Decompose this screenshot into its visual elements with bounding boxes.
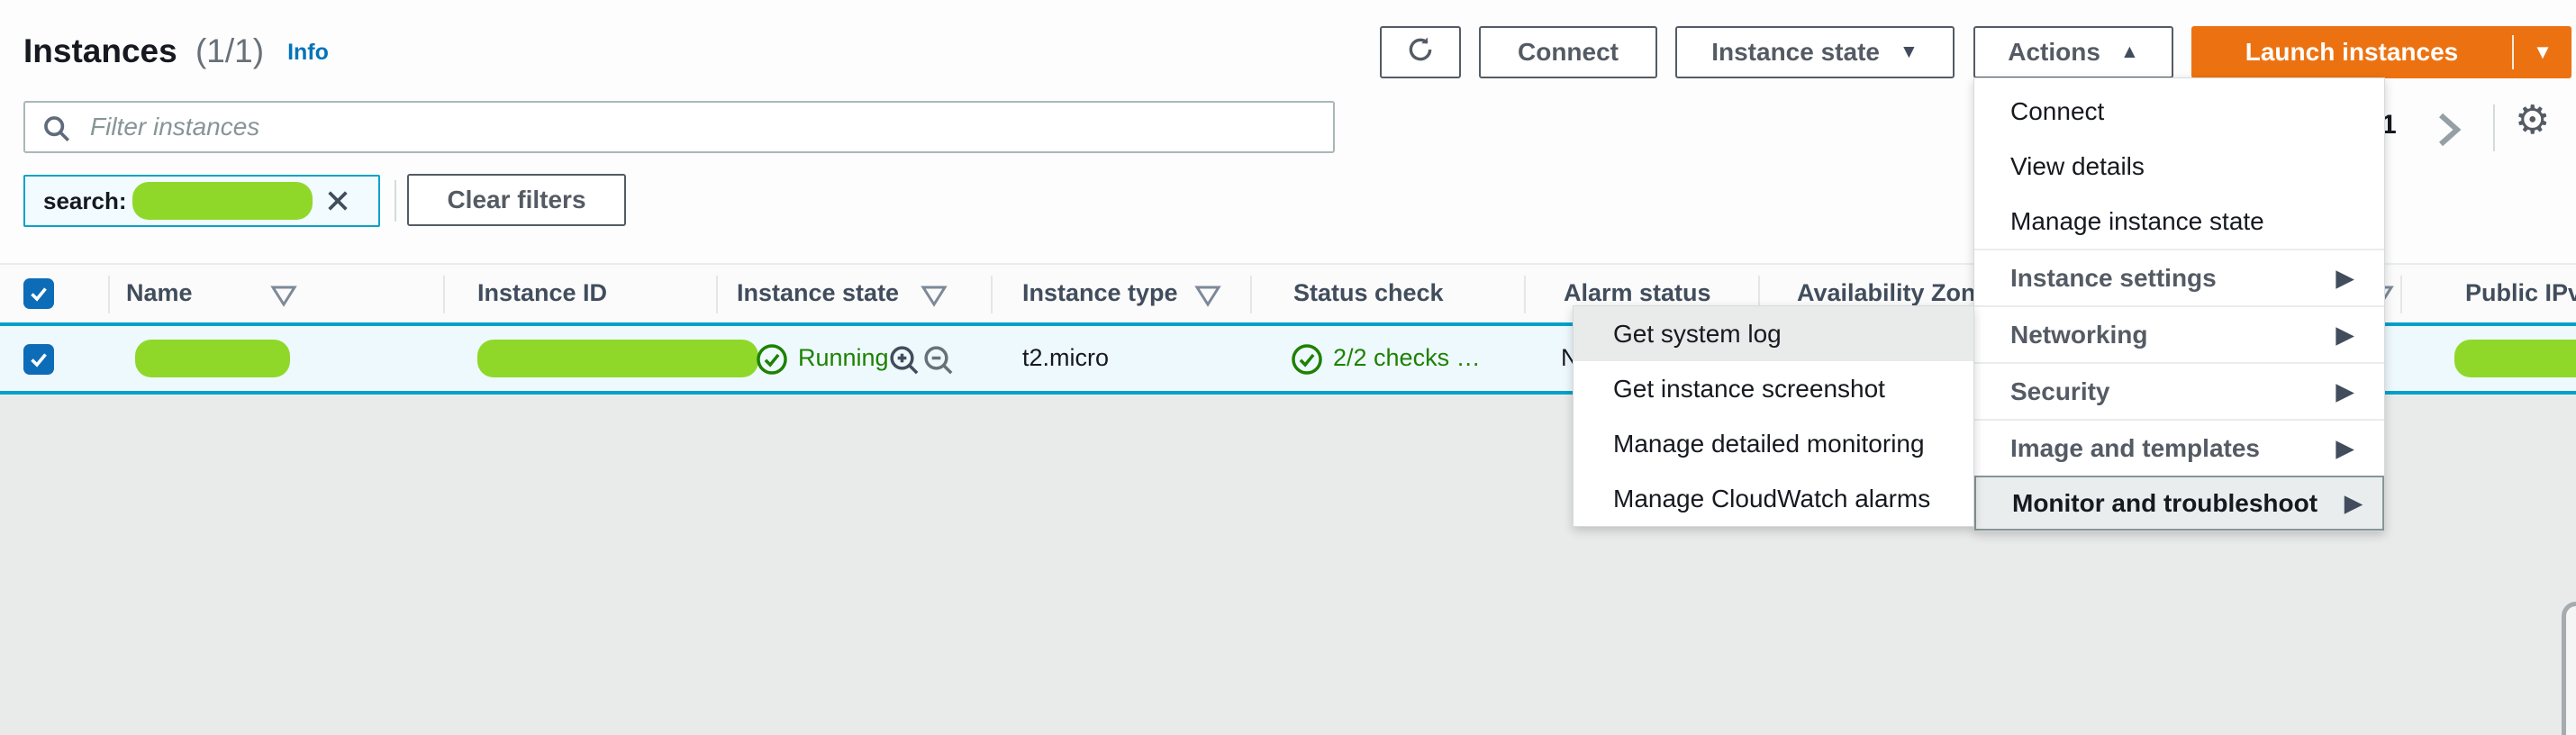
zoom-out-icon[interactable] (921, 342, 957, 383)
actions-menu-item-instance-settings[interactable]: Instance settings ▶ (1974, 250, 2384, 305)
instance-count: (1/1) (195, 32, 264, 69)
submenu-item-manage-detailed-monitoring[interactable]: Manage detailed monitoring (1574, 416, 1973, 471)
search-filter-tag: search: (23, 175, 380, 227)
column-header-name: Name (126, 279, 193, 307)
column-divider (443, 276, 445, 313)
status-check-value: 2/2 checks … (1333, 344, 1481, 372)
column-divider (1250, 276, 1252, 313)
menu-item-label: View details (2010, 152, 2145, 181)
connect-button[interactable]: Connect (1479, 26, 1657, 78)
actions-menu: Connect View details Manage instance state… (1973, 77, 2385, 531)
submenu-item-get-system-log[interactable]: Get system log (1574, 306, 1973, 361)
menu-item-label: Instance settings (2010, 264, 2217, 293)
submenu-item-label: Manage detailed monitoring (1613, 430, 1925, 458)
search-filter-tag-label: search: (43, 187, 127, 215)
menu-item-label: Manage instance state (2010, 207, 2264, 236)
chevron-down-icon: ▼ (1900, 41, 1918, 63)
actions-menu-item-security[interactable]: Security ▶ (1974, 364, 2384, 419)
monitor-troubleshoot-submenu: Get system log Get instance screenshot Man… (1573, 305, 1974, 527)
actions-menu-item-monitor-and-troubleshoot[interactable]: Monitor and troubleshoot ▶ (1974, 476, 2384, 531)
instance-type-value: t2.micro (1022, 344, 1109, 372)
column-header-status-check: Status check (1293, 279, 1444, 307)
actions-menu-item-networking[interactable]: Networking ▶ (1974, 307, 2384, 362)
menu-item-label: Security (2010, 377, 2110, 406)
filter-icon[interactable] (270, 285, 297, 313)
status-ok-icon (755, 342, 789, 381)
tag-section-divider (395, 180, 396, 222)
filter-instances-input[interactable] (23, 101, 1335, 153)
menu-item-label: Image and templates (2010, 434, 2260, 463)
submenu-item-get-instance-screenshot[interactable]: Get instance screenshot (1574, 361, 1973, 416)
row-checkbox[interactable] (23, 344, 54, 375)
submenu-arrow-icon: ▶ (2336, 265, 2354, 292)
redacted-instance-id (477, 340, 758, 377)
close-icon[interactable] (323, 186, 352, 215)
actions-menu-item-connect[interactable]: Connect (1974, 84, 2384, 139)
submenu-arrow-icon: ▶ (2336, 378, 2354, 405)
pagination-next-button[interactable] (2430, 110, 2466, 154)
submenu-arrow-icon: ▶ (2336, 322, 2354, 349)
clear-filters-button[interactable]: Clear filters (407, 174, 626, 226)
submenu-item-label: Get instance screenshot (1613, 375, 1885, 404)
redacted-public-ip (2454, 340, 2576, 377)
select-all-checkbox[interactable] (23, 278, 54, 309)
column-header-instance-id: Instance ID (477, 279, 607, 307)
submenu-item-manage-cloudwatch-alarms[interactable]: Manage CloudWatch alarms (1574, 471, 1973, 526)
actions-menu-item-view-details[interactable]: View details (1974, 139, 2384, 194)
launch-dropdown-toggle[interactable]: ▼ (2514, 41, 2571, 64)
info-link[interactable]: Info (287, 40, 329, 65)
chevron-up-icon: ▲ (2120, 41, 2139, 63)
launch-instances-label: Launch instances (2191, 38, 2512, 67)
redacted-instance-name (135, 340, 290, 377)
column-header-availability-zone: Availability Zone (1797, 279, 1990, 307)
instance-state-button-label: Instance state (1711, 38, 1880, 67)
launch-instances-button[interactable]: Launch instances ▼ (2191, 26, 2571, 78)
column-divider (991, 276, 993, 313)
column-header-alarm-status: Alarm status (1564, 279, 1711, 307)
actions-menu-item-manage-instance-state[interactable]: Manage instance state (1974, 194, 2384, 249)
submenu-item-label: Get system log (1613, 320, 1782, 349)
page-title: Instances (1/1) Info (23, 32, 329, 70)
submenu-arrow-icon: ▶ (2345, 490, 2362, 517)
pagination-divider (2493, 104, 2495, 151)
submenu-arrow-icon: ▶ (2336, 435, 2354, 462)
connect-button-label: Connect (1518, 38, 1619, 67)
actions-menu-item-image-and-templates[interactable]: Image and templates ▶ (1974, 421, 2384, 476)
column-divider (716, 276, 718, 313)
menu-item-label: Monitor and troubleshoot (2012, 489, 2317, 518)
ec2-instances-screen: Instances (1/1) Info Connect Instance sta… (0, 0, 2576, 735)
instance-state-value: Running (798, 344, 889, 372)
column-divider (108, 276, 110, 313)
vertical-scrollbar-thumb[interactable] (2562, 602, 2576, 735)
filter-icon[interactable] (1194, 285, 1221, 313)
status-check-ok-icon (1290, 342, 1324, 381)
menu-item-label: Connect (2010, 97, 2104, 126)
redacted-search-value (132, 182, 313, 220)
column-divider (1524, 276, 1526, 313)
refresh-button[interactable] (1380, 26, 1461, 78)
instance-state-button[interactable]: Instance state ▼ (1675, 26, 1955, 78)
column-header-instance-state: Instance state (737, 279, 899, 307)
zoom-in-icon[interactable] (886, 342, 922, 383)
page-title-text: Instances (23, 32, 177, 69)
actions-button-label: Actions (2008, 38, 2100, 67)
chevron-down-icon: ▼ (2533, 41, 2553, 63)
column-divider (2400, 276, 2402, 313)
refresh-icon (1405, 34, 1436, 71)
clear-filters-label: Clear filters (447, 186, 585, 214)
column-header-instance-type: Instance type (1022, 279, 1178, 307)
filter-icon[interactable] (921, 285, 948, 313)
actions-button[interactable]: Actions ▲ (1973, 26, 2173, 78)
gear-icon[interactable]: ⚙ (2515, 101, 2550, 141)
menu-item-label: Networking (2010, 321, 2147, 349)
submenu-item-label: Manage CloudWatch alarms (1613, 485, 1930, 513)
column-header-public-ipv4: Public IPv4 (2465, 279, 2576, 307)
